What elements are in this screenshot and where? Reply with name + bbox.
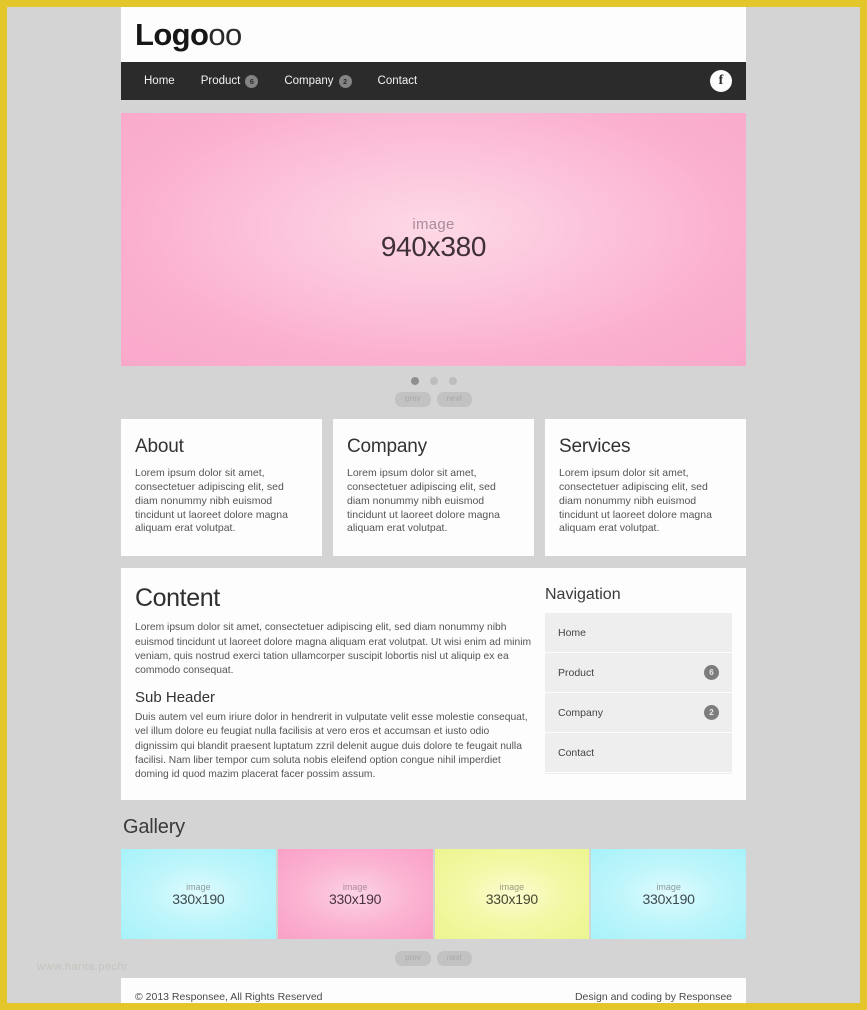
nav-item-contact[interactable]: Contact [365,62,431,100]
info-column-company: Company Lorem ipsum dolor sit amet, cons… [333,419,534,557]
footer-credit: Design and coding by Responsee [574,991,732,1003]
sidebar-item-product[interactable]: Product 6 [545,653,732,694]
watermark-visible: www.harita.pechr [37,961,128,973]
sidebar-item-contact[interactable]: Contact [545,733,732,774]
gallery-item-1[interactable]: image 330x190 [121,849,276,940]
nav-item-home[interactable]: Home [131,62,188,100]
sidebar-title: Navigation [545,586,621,604]
site-footer: © 2013 Responsee, All Rights Reserved De… [121,978,746,1003]
gallery-item-dimensions: 330x190 [172,890,225,907]
info-column-title: Company [347,436,427,457]
info-column-title: About [135,436,184,457]
sidebar-badge-company: 2 [704,705,719,721]
nav-badge-company: 2 [338,74,352,88]
content-sub-title: Sub Header [135,689,216,707]
logo-light-text: oo [208,17,242,52]
hero-slider-section: image 940x380 prev next [121,100,746,407]
gallery-title: Gallery [123,816,185,839]
sidebar-item-label: Contact [558,746,595,759]
nav-item-label: Company [284,75,334,87]
sidebar-item-label: Product [558,666,595,679]
content-section: Content Lorem ipsum dolor sit amet, cons… [121,568,746,801]
hero-placeholder-dimensions: 940x380 [380,231,487,262]
hero-slider-dot-1[interactable] [410,377,419,385]
info-column-body: Lorem ipsum dolor sit amet, consectetuer… [559,467,712,535]
gallery-prev-next-group: prev next [395,951,472,967]
site-logo[interactable]: Logooo [135,19,242,50]
gallery-item-dimensions: 330x190 [328,890,382,907]
hero-image-placeholder[interactable]: image 940x380 [121,113,746,366]
gallery-next-button[interactable]: next [436,951,472,967]
hero-slider-dots [410,377,457,385]
gallery-item-3[interactable]: image 330x190 [434,849,590,940]
content-paragraph: Lorem ipsum dolor sit amet, consectetuer… [135,622,532,676]
page-root: www.harita.pechr Logooo Home Product 6 C… [7,7,860,1003]
info-column-body: Lorem ipsum dolor sit amet, consectetuer… [347,467,500,535]
content-main: Content Lorem ipsum dolor sit amet, cons… [135,584,535,782]
info-columns: About Lorem ipsum dolor sit amet, consec… [121,419,746,557]
content-title: Content [135,584,220,613]
hero-next-button[interactable]: next [436,392,472,407]
nav-badge-product: 6 [245,74,259,88]
info-column-body: Lorem ipsum dolor sit amet, consectetuer… [135,467,288,535]
nav-item-label: Product [200,75,241,87]
gallery-controls: prev next [121,939,746,967]
logo-bold-text: Logo [135,17,209,52]
hero-prev-button[interactable]: prev [395,392,431,407]
facebook-icon[interactable]: f [710,70,732,92]
nav-item-label: Home [144,75,175,87]
gallery-row: image 330x190 image 330x190 image 330x19… [121,849,746,940]
sidebar-badge-product: 6 [704,665,719,681]
hero-prev-next-group: prev next [395,392,472,407]
sidebar-item-company[interactable]: Company 2 [545,693,732,734]
sidebar-item-label: Home [558,626,587,639]
watermark-text: www.harita.pechr [37,961,128,973]
hero-slider-controls: prev next [121,366,746,407]
main-navigation-bar: Home Product 6 Company 2 Contact f [121,62,746,100]
site-wrapper: Logooo Home Product 6 Company 2 Contact [121,7,746,1003]
gallery-item-2[interactable]: image 330x190 [277,849,433,940]
nav-item-label: Contact [377,75,418,87]
site-header: Logooo [121,7,746,62]
content-sub-paragraph: Duis autem vel eum iriure dolor in hendr… [135,712,528,780]
gallery-item-dimensions: 330x190 [485,890,539,907]
sidebar-navigation: Navigation Home Product 6 Company 2 Cont… [545,584,732,782]
nav-item-company[interactable]: Company 2 [271,62,364,100]
gallery-item-dimensions: 330x190 [642,890,695,907]
gallery-prev-button[interactable]: prev [395,951,431,967]
sidebar-item-home[interactable]: Home [545,613,732,654]
hero-slider-dot-2[interactable] [429,377,438,385]
nav-item-list: Home Product 6 Company 2 Contact [131,62,710,100]
info-column-services: Services Lorem ipsum dolor sit amet, con… [545,419,746,557]
info-column-title: Services [559,436,631,457]
hero-slider-dot-3[interactable] [448,377,457,385]
sidebar-item-list: Home Product 6 Company 2 Contact [545,613,732,775]
gallery-section: Gallery image 330x190 image 330x190 imag… [121,816,746,967]
nav-item-product[interactable]: Product 6 [188,62,272,100]
sidebar-item-label: Company [558,706,603,719]
footer-copyright: © 2013 Responsee, All Rights Reserved [135,991,323,1003]
gallery-item-4[interactable]: image 330x190 [591,849,746,940]
info-column-about: About Lorem ipsum dolor sit amet, consec… [121,419,322,557]
